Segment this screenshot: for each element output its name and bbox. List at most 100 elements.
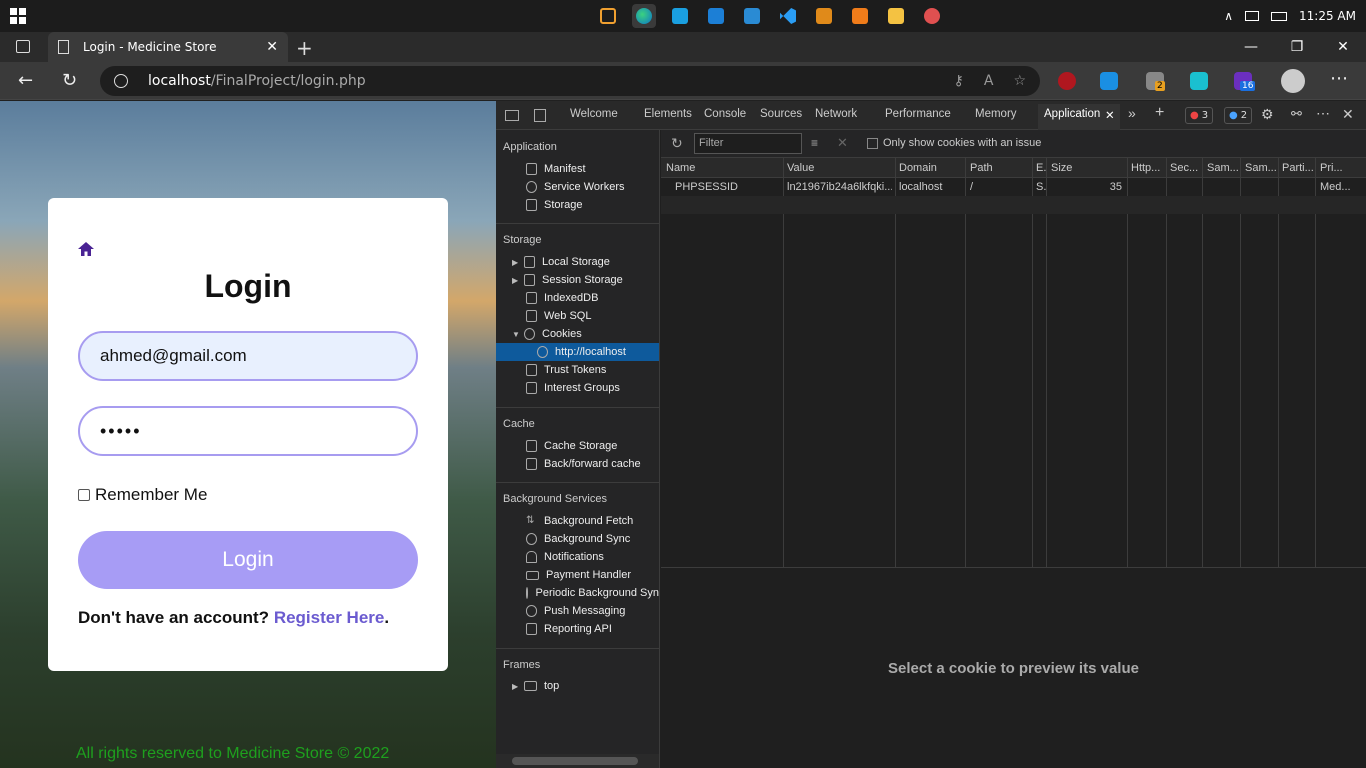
sidebar-horizontal-scrollbar[interactable] (496, 754, 659, 768)
more-menu-icon[interactable]: ⋯ (1330, 68, 1348, 89)
login-button[interactable]: Login (78, 531, 418, 589)
clock[interactable]: 11:25 AM (1299, 9, 1356, 23)
browser-tab-login[interactable]: Login - Medicine Store ✕ (48, 32, 288, 62)
clear-filtered-icon[interactable]: ≡ (811, 136, 818, 150)
ublock-extension-icon[interactable] (1058, 72, 1076, 90)
tab-welcome[interactable]: Welcome (570, 108, 618, 120)
tab-performance[interactable]: Performance (885, 108, 951, 120)
add-tab-icon[interactable]: + (1155, 104, 1164, 122)
sidebar-item-payment-handler[interactable]: Payment Handler (496, 566, 659, 584)
column-divider[interactable] (1278, 158, 1279, 568)
column-header-httponly[interactable]: Http... (1131, 162, 1165, 174)
scrollbar-thumb[interactable] (512, 757, 638, 765)
refresh-button[interactable]: ↻ (62, 70, 77, 91)
sublime-icon[interactable] (812, 4, 836, 28)
remote-app-icon[interactable] (668, 4, 692, 28)
remember-me[interactable]: Remember Me (78, 485, 207, 505)
close-window-button[interactable]: ✕ (1320, 32, 1366, 62)
expand-arrow-icon[interactable]: ▶ (512, 258, 524, 267)
column-divider[interactable] (895, 158, 896, 568)
only-issue-checkbox[interactable] (867, 138, 878, 149)
edge-icon[interactable] (632, 4, 656, 28)
column-header-samesite[interactable]: Sam... (1207, 162, 1239, 174)
sidebar-item-session-storage[interactable]: ▶ Session Storage (496, 271, 659, 289)
s-extension-icon[interactable] (1100, 72, 1118, 90)
table-row[interactable]: PHPSESSID ln21967ib24a6lkfqki... localho… (661, 178, 1366, 196)
collapse-arrow-icon[interactable]: ▼ (512, 330, 524, 339)
sidebar-item-periodic-sync[interactable]: Periodic Background Syn (496, 584, 659, 602)
network-icon[interactable] (1245, 11, 1260, 21)
tab-sources[interactable]: Sources (760, 108, 802, 120)
minimize-button[interactable]: — (1228, 32, 1274, 62)
home-icon[interactable] (78, 242, 94, 256)
key-icon[interactable]: ⚷ (954, 73, 964, 89)
column-divider[interactable] (1046, 158, 1047, 568)
back-button[interactable]: ← (18, 70, 33, 91)
battery-icon[interactable] (1271, 11, 1288, 21)
column-divider[interactable] (965, 158, 966, 568)
column-header-expires[interactable]: E.. (1036, 162, 1046, 174)
delete-icon[interactable]: ✕ (837, 135, 848, 151)
monitor-app-icon[interactable] (704, 4, 728, 28)
new-tab-button[interactable]: + (296, 36, 313, 60)
sidebar-item-bfcache[interactable]: Back/forward cache (496, 455, 659, 473)
extension-icon-2[interactable]: 2 (1146, 72, 1165, 91)
column-header-size[interactable]: Size (1051, 162, 1125, 174)
close-devtools-icon[interactable]: ✕ (1342, 106, 1354, 123)
errors-badge[interactable]: ● 3 (1185, 107, 1214, 124)
favorite-add-icon[interactable]: ☆ (1013, 73, 1026, 89)
xampp-icon[interactable] (848, 4, 872, 28)
email-field[interactable]: ahmed@gmail.com (78, 331, 418, 381)
column-divider[interactable] (1032, 158, 1033, 568)
tab-elements[interactable]: Elements (644, 108, 692, 120)
devtools-more-icon[interactable]: ⋯ (1316, 105, 1330, 122)
tab-application[interactable]: Application (1044, 108, 1100, 120)
messages-badge[interactable]: ● 2 (1224, 107, 1253, 124)
sidebar-item-notifications[interactable]: Notifications (496, 548, 659, 566)
restore-button[interactable]: ❐ (1274, 32, 1320, 62)
refresh-icon[interactable]: ↻ (671, 135, 683, 152)
column-divider[interactable] (1166, 158, 1167, 568)
photos-app-icon[interactable] (740, 4, 764, 28)
sidebar-item-interest-groups[interactable]: Interest Groups (496, 379, 659, 397)
expand-arrow-icon[interactable]: ▶ (512, 682, 524, 691)
column-divider[interactable] (1202, 158, 1203, 568)
windows-start-icon[interactable] (10, 8, 26, 24)
register-link[interactable]: Register Here (274, 608, 385, 627)
sidebar-item-background-fetch[interactable]: ⇅ Background Fetch (496, 512, 659, 530)
sidebar-item-cache-storage[interactable]: Cache Storage (496, 437, 659, 455)
column-divider[interactable] (1127, 158, 1128, 568)
column-divider[interactable] (783, 158, 784, 568)
column-header-priority[interactable]: Pri... (1320, 162, 1360, 174)
sidebar-item-local-storage[interactable]: ▶ Local Storage (496, 253, 659, 271)
sidebar-item-manifest[interactable]: Manifest (496, 160, 659, 178)
column-header-secure[interactable]: Sec... (1170, 162, 1201, 174)
tab-memory[interactable]: Memory (975, 108, 1017, 120)
sidebar-item-frame-top[interactable]: ▶ top (496, 677, 659, 695)
sidebar-item-cookies-localhost[interactable]: http://localhost (496, 343, 659, 361)
remember-checkbox[interactable] (78, 489, 90, 501)
settings-gear-icon[interactable]: ⚙ (1261, 106, 1274, 123)
sidebar-item-trust-tokens[interactable]: Trust Tokens (496, 361, 659, 379)
sidebar-item-push-messaging[interactable]: Push Messaging (496, 602, 659, 620)
tab-console[interactable]: Console (704, 108, 746, 120)
column-header-path[interactable]: Path (970, 162, 1030, 174)
password-field[interactable]: ••••• (78, 406, 418, 456)
sidebar-item-indexeddb[interactable]: IndexedDB (496, 289, 659, 307)
sidebar-item-web-sql[interactable]: Web SQL (496, 307, 659, 325)
extension-icon-16[interactable]: 16 (1234, 72, 1256, 91)
column-header-name[interactable]: Name (666, 162, 781, 174)
filter-input[interactable]: Filter (694, 133, 802, 154)
more-tabs-icon[interactable]: » (1128, 105, 1136, 121)
sidebar-item-service-workers[interactable]: Service Workers (496, 178, 659, 196)
sidebar-item-cookies[interactable]: ▼ Cookies (496, 325, 659, 343)
expand-arrow-icon[interactable]: ▶ (512, 276, 524, 285)
column-header-value[interactable]: Value (787, 162, 892, 174)
task-view-icon[interactable] (596, 4, 620, 28)
sidebar-item-background-sync[interactable]: Background Sync (496, 530, 659, 548)
connect-icon[interactable]: ⚯ (1291, 106, 1302, 122)
tray-overflow-icon[interactable]: ∧ (1224, 9, 1233, 23)
column-header-sameparty[interactable]: Sam... (1245, 162, 1277, 174)
paint-app-icon[interactable] (920, 4, 944, 28)
sidebar-item-storage[interactable]: Storage (496, 196, 659, 214)
